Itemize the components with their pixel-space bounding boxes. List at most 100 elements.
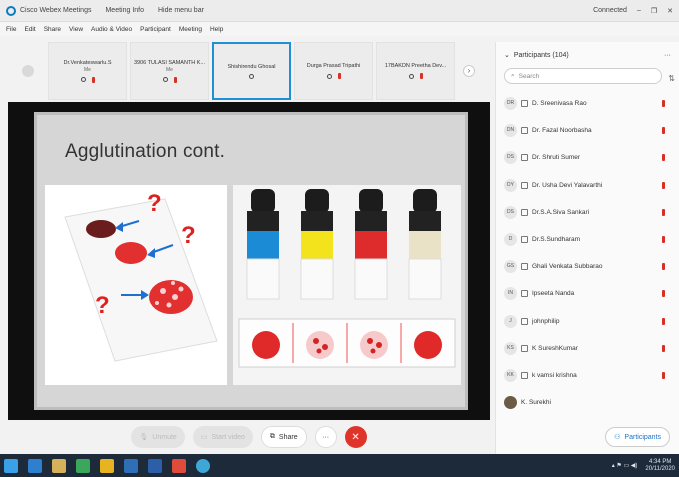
end-meeting-button[interactable]: ✕ [344,426,367,448]
word-icon[interactable] [124,458,138,473]
windows-start-icon[interactable] [4,458,18,473]
meeting-info-tab[interactable]: Meeting Info [105,7,144,14]
more-icon[interactable]: ··· [664,52,671,59]
search-icon: ⌕ [511,72,515,79]
device-icon [521,290,528,298]
search-placeholder: Search [518,72,540,80]
clock[interactable]: 4:34 PM 20/11/2020 [645,459,675,473]
device-icon [521,371,528,379]
participant-row[interactable]: GS Ghali Venkata Subbarao [496,253,679,280]
video-status-icon [326,73,332,79]
video-tile[interactable]: Durga Prasad Tripathi [294,42,373,100]
speaking-icon [249,73,254,79]
participants-panel: ⌄ Participants (104) ··· ⌕ Search ⇅ DR D.… [495,42,679,454]
file-explorer-icon[interactable] [52,458,66,473]
device-icon [521,317,528,325]
internet-explorer-icon[interactable] [28,458,42,473]
svg-text:?: ? [95,292,110,319]
device-icon [521,181,528,189]
meeting-controls: 🎙 Unmute ▭ Start video ⧉ Share ··· ✕ [8,420,490,454]
video-tile[interactable]: Dr.Venkateswarlu.S Me [48,42,127,100]
powerpoint-icon[interactable] [172,458,186,473]
participant-name: K. Surekhi [521,399,551,407]
camera-icon: ▭ [200,434,208,441]
agglutination-slide-illustration: ? ? ? [64,190,218,362]
participant-row[interactable]: D Dr.S.Sundharam [496,226,679,253]
participant-name: Dr. Usha Devi Yalavarthi [532,181,603,189]
participant-row[interactable]: IN Ipseeta Nanda [496,280,679,307]
menu-share[interactable]: Share [44,26,61,33]
participant-row[interactable]: KS K SureshKumar [496,335,679,362]
app-icon[interactable] [148,458,162,473]
participant-name: D. Sreenivasa Rao [532,100,587,108]
unmute-button[interactable]: 🎙 Unmute [131,426,185,448]
slide-agglutination-slide-image: ? ? ? [45,185,227,385]
participant-row[interactable]: DR D. Sreenivasa Rao [496,90,679,117]
more-icon: ··· [322,433,330,441]
mic-muted-icon [662,290,665,298]
sort-icon[interactable]: ⇅ [668,74,675,83]
participant-row[interactable]: DS Dr. Shruti Sumer [496,144,679,171]
connection-status[interactable]: Connected [593,7,627,14]
maximize-icon[interactable]: ❐ [651,7,657,15]
mic-muted-icon [662,263,665,271]
mic-muted-icon [662,344,665,352]
participant-name: k vamsi krishna [532,371,577,379]
more-options-button[interactable]: ··· [314,426,337,448]
participant-row[interactable]: Jjohnphilip [496,308,679,335]
slide-title: Agglutination cont. [65,141,226,162]
participant-row[interactable]: DN Dr. Fazal Noorbasha [496,117,679,144]
menu-meeting[interactable]: Meeting [179,26,202,33]
mic-muted-icon [662,100,665,108]
participants-footer: ⚇ Participants [496,420,679,454]
device-icon [521,208,528,216]
participant-search-field[interactable]: ⌕ Search [504,68,662,84]
participant-row[interactable]: DY Dr. Usha Devi Yalavarthi [496,172,679,199]
avatar: DS [504,205,517,219]
video-filmstrip: Dr.Venkateswarlu.S Me 3906 TULASI SAMANT… [8,42,490,100]
participants-header[interactable]: ⌄ Participants (104) ··· [496,42,679,68]
menu-help[interactable]: Help [210,26,223,33]
clock-time: 4:34 PM [649,458,672,465]
menu-view[interactable]: View [69,26,83,33]
participants-toggle-button[interactable]: ⚇ Participants [605,427,670,447]
tile-name: 3906 TULASI SAMANTH K... [133,59,206,66]
chrome-icon[interactable] [100,458,114,473]
tile-name: Dr.Venkateswarlu.S [63,59,112,66]
participant-row[interactable]: K. Surekhi [496,389,679,416]
webex-taskbar-icon[interactable] [196,458,210,473]
share-button[interactable]: ⧉ Share [260,426,307,448]
video-tile[interactable]: 17BAKDN Preetha Dev... [376,42,455,100]
close-icon[interactable]: ✕ [667,7,673,15]
menu-audio-video[interactable]: Audio & Video [91,26,132,33]
participant-row[interactable]: KK k vamsi krishna [496,362,679,389]
device-icon [521,263,528,271]
start-video-button[interactable]: ▭ Start video [192,426,253,448]
hide-menu-bar-button[interactable]: Hide menu bar [158,7,204,14]
tile-name: Shishirendu Ghosal [227,63,276,70]
avatar: KK [504,368,517,382]
tray-icons[interactable]: ▴ ⚑ ▭ ◀) [612,462,638,469]
mic-muted-icon [662,208,665,216]
mic-muted-icon [662,371,665,379]
avatar: DN [504,124,517,138]
tile-name: 17BAKDN Preetha Dev... [384,63,447,69]
microphone-icon: 🎙 [139,434,149,441]
participant-name: Ipseeta Nanda [532,290,575,298]
video-tile[interactable]: 3906 TULASI SAMANTH K... Me [130,42,209,100]
tile-sub: Me [84,66,91,73]
menu-participant[interactable]: Participant [140,26,171,33]
menu-edit[interactable]: Edit [24,26,35,33]
participant-row[interactable]: DS Dr.S.A.Siva Sankari [496,199,679,226]
clock-date: 20/11/2020 [645,465,675,472]
minimize-icon[interactable]: – [637,7,641,14]
filmstrip-prev-button[interactable] [22,65,34,77]
participant-name: K SureshKumar [532,344,578,352]
media-icon[interactable] [76,458,90,473]
participant-name: Dr.S.A.Siva Sankari [532,208,590,216]
avatar: DR [504,97,517,111]
menu-file[interactable]: File [6,26,16,33]
video-tile-active-speaker[interactable]: Shishirendu Ghosal [212,42,291,100]
filmstrip-next-button[interactable]: › [463,65,475,77]
system-tray: ▴ ⚑ ▭ ◀) 4:34 PM 20/11/2020 [612,459,675,473]
